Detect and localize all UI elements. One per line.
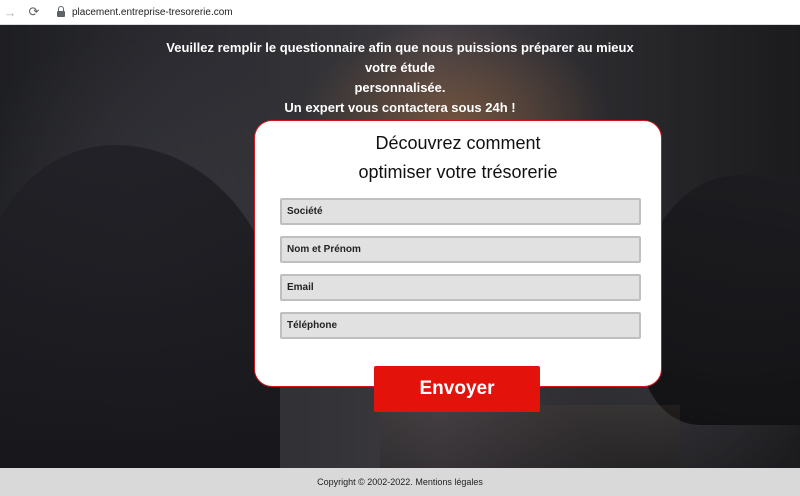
intro-text: Veuillez remplir le questionnaire afin q… bbox=[150, 38, 650, 118]
copyright-text: Copyright © 2002-2022. bbox=[317, 477, 413, 487]
intro-line-1: Veuillez remplir le questionnaire afin q… bbox=[166, 40, 634, 75]
browser-toolbar: → ⟳ placement.entreprise-tresorerie.com bbox=[0, 0, 800, 25]
reload-icon[interactable]: ⟳ bbox=[26, 4, 42, 20]
full-name-input[interactable] bbox=[280, 236, 641, 263]
phone-input[interactable] bbox=[280, 312, 641, 339]
email-input[interactable] bbox=[280, 274, 641, 301]
form-title-line-2: optimiser votre trésorerie bbox=[358, 162, 558, 182]
form-title-line-1: Découvrez comment bbox=[375, 133, 541, 153]
intro-line-2: personnalisée. bbox=[354, 80, 446, 95]
intro-line-3: Un expert vous contactera sous 24h ! bbox=[284, 100, 516, 115]
contact-form-card: Découvrez comment optimiser votre trésor… bbox=[254, 120, 662, 387]
form-title: Découvrez comment optimiser votre trésor… bbox=[255, 129, 661, 187]
submit-button[interactable]: Envoyer bbox=[374, 366, 540, 412]
address-bar-url[interactable]: placement.entreprise-tresorerie.com bbox=[72, 7, 233, 18]
back-arrow-icon[interactable]: → bbox=[2, 4, 18, 20]
company-input[interactable] bbox=[280, 198, 641, 225]
footer: Copyright © 2002-2022. Mentions légales bbox=[0, 468, 800, 496]
legal-notice-link[interactable]: Mentions légales bbox=[415, 477, 483, 487]
lock-icon[interactable] bbox=[56, 6, 66, 18]
